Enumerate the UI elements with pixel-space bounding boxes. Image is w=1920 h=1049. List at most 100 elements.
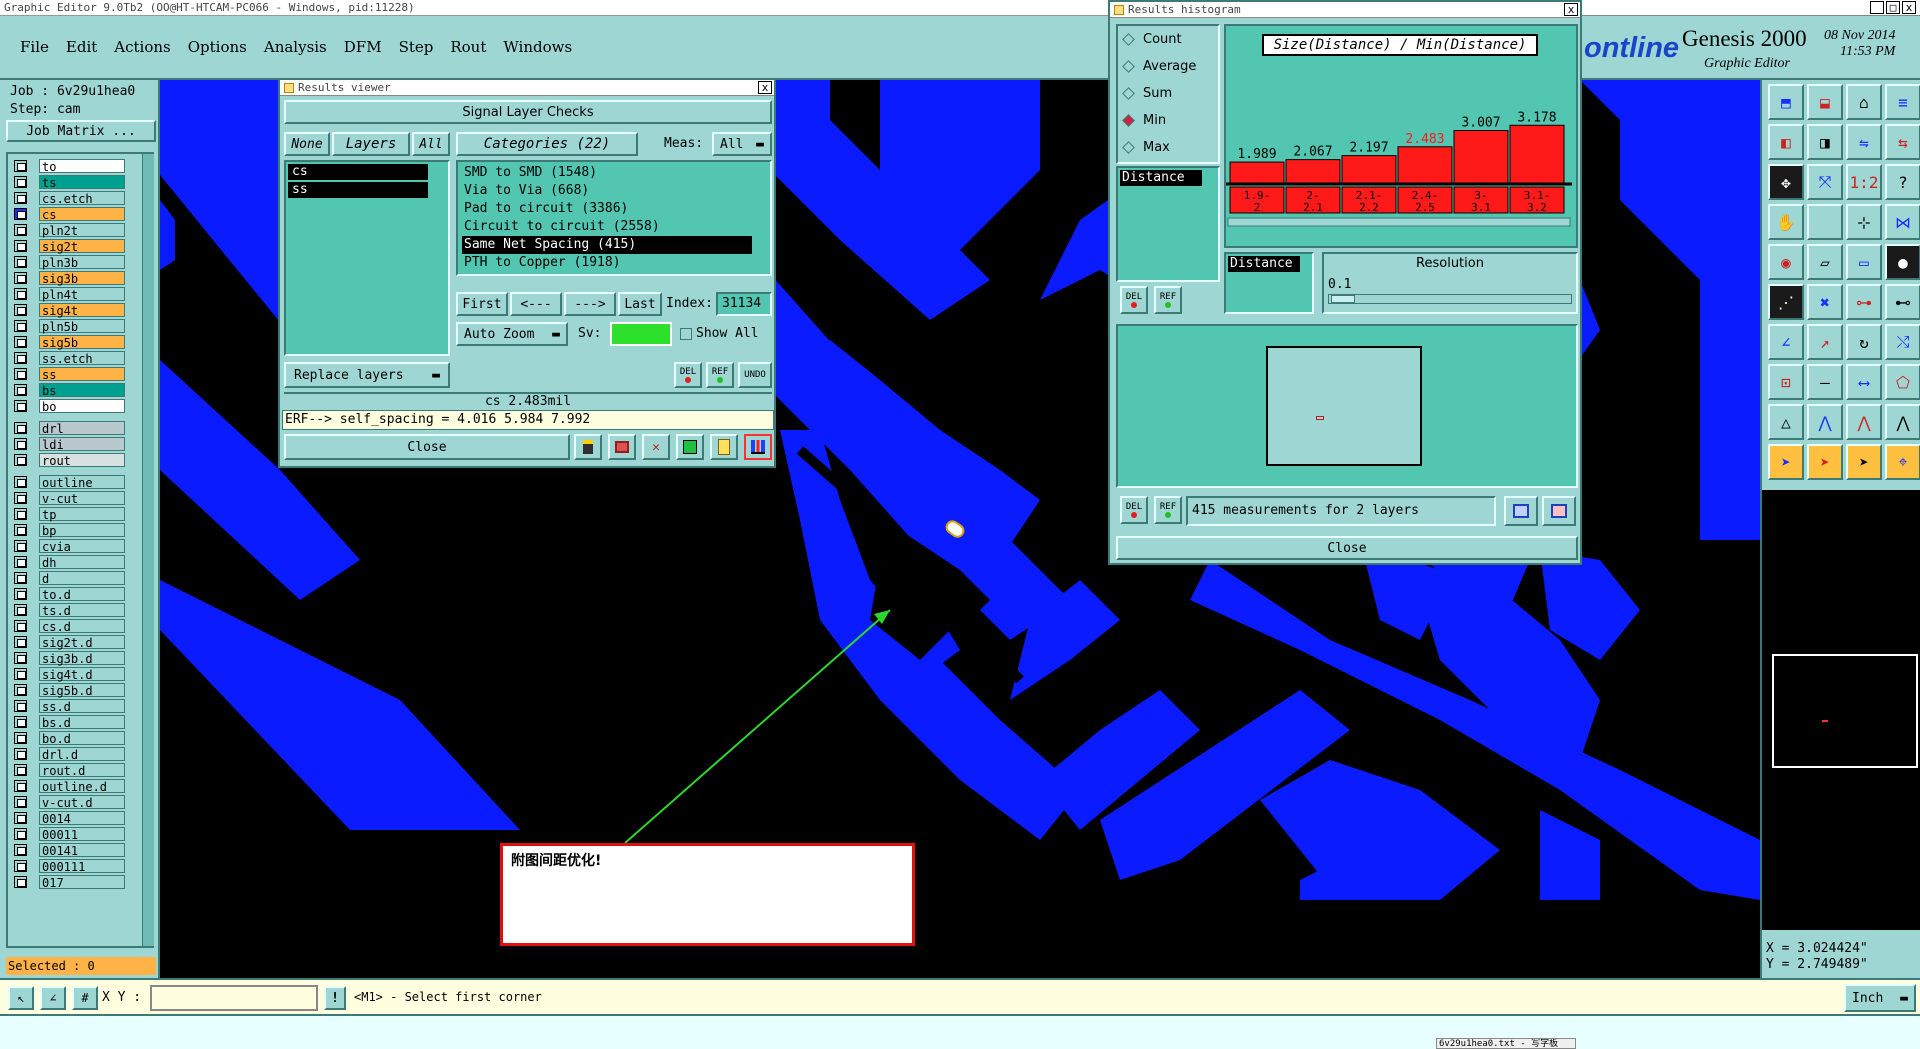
layer-name[interactable]: bo.d	[39, 730, 125, 746]
hist-del-button[interactable]: DEL	[1120, 286, 1148, 314]
layer-checkbox[interactable]	[14, 683, 27, 696]
refresh-icon[interactable]	[676, 434, 704, 460]
layer-name[interactable]: outline	[39, 474, 125, 490]
tool-blank-icon[interactable]	[1807, 204, 1843, 240]
hist-ref2-button[interactable]: REF	[1154, 496, 1182, 524]
layer-name[interactable]: ss.d	[39, 698, 125, 714]
layer-checkbox[interactable]	[14, 555, 27, 568]
ref-button[interactable]: REF	[706, 362, 734, 388]
layer-row-cvia[interactable]: cvia	[14, 538, 132, 554]
taskbar-item[interactable]: 6v29u1hea0.txt - 写字板	[1436, 1038, 1576, 1049]
close-app-button[interactable]: x	[1902, 1, 1916, 14]
del-button[interactable]: DEL	[674, 362, 702, 388]
menu-file[interactable]: File	[20, 38, 49, 56]
tool-dot-icon[interactable]: ●	[1885, 244, 1920, 280]
layer-checkbox[interactable]	[14, 191, 27, 204]
radio-count[interactable]: Count	[1118, 26, 1218, 53]
tool-line-red-icon[interactable]: ∠	[1768, 324, 1804, 360]
zoom-out-icon[interactable]	[1542, 496, 1576, 526]
layer-row-pln3b[interactable]: pln3b	[14, 254, 132, 270]
results-viewer-close-x[interactable]: x	[758, 81, 772, 94]
report-icon[interactable]	[710, 434, 738, 460]
layer-checkbox[interactable]	[14, 335, 27, 348]
layer-row-ts[interactable]: ts	[14, 174, 132, 190]
tool-move-left-icon[interactable]: ◧	[1768, 124, 1804, 160]
overview-map[interactable]	[1772, 654, 1918, 768]
category-item[interactable]: Same Net Spacing (415)	[462, 236, 752, 254]
tool-rotate-icon[interactable]: ↻	[1846, 324, 1882, 360]
viewer-close-button[interactable]: Close	[284, 434, 570, 460]
layer-name[interactable]: sig3b	[39, 270, 125, 286]
layer-checkbox[interactable]	[14, 667, 27, 680]
layer-list-scrollbar[interactable]	[142, 154, 154, 946]
layer-name[interactable]: sig5b	[39, 334, 125, 350]
layer-name[interactable]: ldi	[39, 436, 125, 452]
layer-row-sig5b.d[interactable]: sig5b.d	[14, 682, 132, 698]
layers-button[interactable]: Layers	[332, 132, 410, 156]
layer-checkbox[interactable]	[14, 453, 27, 466]
layer-row-bs.d[interactable]: bs.d	[14, 714, 132, 730]
layer-name[interactable]: 000111	[39, 858, 125, 874]
layer-checkbox[interactable]	[14, 475, 27, 488]
layer-row-outline.d[interactable]: outline.d	[14, 778, 132, 794]
attribute2-item-distance[interactable]: Distance	[1228, 256, 1300, 272]
histogram-chart[interactable]: 1.9891.9-22.0672-2.12.1972.1-2.22.4832.4…	[1226, 58, 1576, 248]
tool-cross-icon[interactable]: ✖	[1807, 284, 1843, 320]
layer-checkbox[interactable]	[14, 571, 27, 584]
tool-arrow-cursor-icon[interactable]: ➤	[1846, 444, 1882, 480]
layer-checkbox[interactable]	[14, 843, 27, 856]
category-item[interactable]: Pad to circuit (3386)	[462, 200, 752, 218]
layer-name[interactable]: dh	[39, 554, 125, 570]
layer-name[interactable]: sig2t	[39, 238, 125, 254]
layer-checkbox[interactable]	[14, 319, 27, 332]
layer-name[interactable]: ts	[39, 174, 125, 190]
layer-row-pln5b[interactable]: pln5b	[14, 318, 132, 334]
layer-checkbox[interactable]	[14, 175, 27, 188]
category-item[interactable]: PTH to Copper (1918)	[462, 254, 752, 272]
layer-checkbox[interactable]	[14, 827, 27, 840]
layer-name[interactable]: cs.etch	[39, 190, 125, 206]
tool-tri-red-icon[interactable]: △	[1768, 404, 1804, 440]
categories-listbox[interactable]: SMD to SMD (1548) Via to Via (668) Pad to …	[456, 160, 772, 276]
tool-tri-c-icon[interactable]: ⋀	[1885, 404, 1920, 440]
tool-connect-icon[interactable]: ⊶	[1846, 284, 1882, 320]
histogram-bar[interactable]	[1509, 124, 1565, 184]
layer-row-pln4t[interactable]: pln4t	[14, 286, 132, 302]
layer-row-sig4t.d[interactable]: sig4t.d	[14, 666, 132, 682]
histogram-bar[interactable]	[1341, 155, 1397, 184]
layer-checkbox[interactable]	[14, 491, 27, 504]
layer-item-ss[interactable]: ss	[288, 182, 428, 198]
layer-checkbox[interactable]	[14, 635, 27, 648]
layer-row-ts.d[interactable]: ts.d	[14, 602, 132, 618]
layer-row-rout.d[interactable]: rout.d	[14, 762, 132, 778]
layer-row-017[interactable]: 017	[14, 874, 132, 890]
layer-row-outline[interactable]: outline	[14, 474, 132, 490]
radio-sum[interactable]: Sum	[1118, 80, 1218, 107]
layer-checkbox[interactable]	[14, 859, 27, 872]
layer-checkbox[interactable]	[14, 287, 27, 300]
preview-frame[interactable]	[1266, 346, 1422, 466]
layer-checkbox[interactable]	[14, 603, 27, 616]
histogram-icon[interactable]	[744, 434, 772, 460]
layer-name[interactable]: tp	[39, 506, 125, 522]
layer-checkbox[interactable]	[14, 523, 27, 536]
layer-checkbox[interactable]	[14, 507, 27, 520]
layer-row-d[interactable]: d	[14, 570, 132, 586]
tool-box-icon[interactable]: ⊡	[1768, 364, 1804, 400]
last-button[interactable]: Last	[618, 292, 662, 316]
layer-row-0014[interactable]: 0014	[14, 810, 132, 826]
layer-checkbox[interactable]	[14, 303, 27, 316]
layer-checkbox[interactable]	[14, 699, 27, 712]
layer-name[interactable]: sig2t.d	[39, 634, 125, 650]
measure-tool-icon[interactable]: ∠	[40, 986, 66, 1010]
tool-line-arrow-icon[interactable]: ↗	[1807, 324, 1843, 360]
layer-checkbox[interactable]	[14, 383, 27, 396]
menu-step[interactable]: Step	[399, 38, 434, 56]
index-input[interactable]: 31134	[716, 292, 772, 316]
radio-average[interactable]: Average	[1118, 53, 1218, 80]
next-button[interactable]: --->	[564, 292, 616, 316]
layer-row-sig3b.d[interactable]: sig3b.d	[14, 650, 132, 666]
menu-rout[interactable]: Rout	[450, 38, 486, 56]
menu-analysis[interactable]: Analysis	[264, 38, 327, 56]
attribute-listbox[interactable]: Distance	[1116, 166, 1220, 282]
